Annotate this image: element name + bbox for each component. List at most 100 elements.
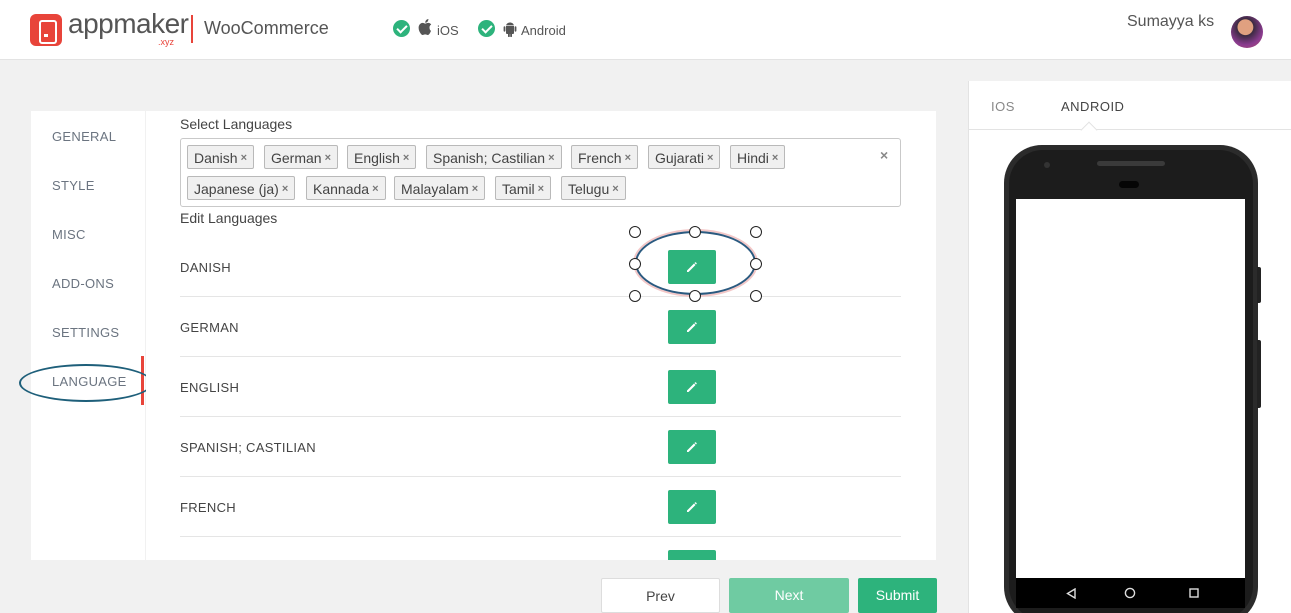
tag-remove-icon[interactable]: ×: [325, 152, 331, 164]
clear-all-icon[interactable]: ×: [880, 147, 888, 163]
table-row: DANISH: [180, 237, 901, 297]
sidebar-item-settings[interactable]: SETTINGS: [52, 325, 119, 340]
tag-label: Gujarati: [655, 150, 705, 166]
resize-handle[interactable]: [689, 290, 701, 302]
pencil-icon: [687, 502, 697, 512]
sidebar-item-misc[interactable]: MISC: [52, 227, 86, 242]
appmaker-logo-icon[interactable]: [30, 14, 62, 46]
language-highlight-annotation: [19, 364, 153, 402]
tag-remove-icon[interactable]: ×: [403, 152, 409, 164]
language-settings-panel: Select Languages Danish × German × English…: [146, 111, 936, 560]
edit-language-button[interactable]: [668, 550, 716, 560]
edit-language-button[interactable]: [668, 370, 716, 404]
tag-label: Malayalam: [401, 181, 469, 197]
pencil-icon: [687, 322, 697, 332]
tag-remove-icon[interactable]: ×: [548, 152, 554, 164]
edit-languages-label: Edit Languages: [180, 210, 278, 226]
resize-handle[interactable]: [629, 226, 641, 238]
back-icon[interactable]: [1066, 588, 1076, 599]
resize-handle[interactable]: [750, 226, 762, 238]
tag-label: Danish: [194, 150, 238, 166]
tag-remove-icon[interactable]: ×: [707, 152, 713, 164]
sidebar-item-style[interactable]: STYLE: [52, 178, 95, 193]
language-tag: German ×: [264, 145, 339, 169]
device-preview-panel: IOS ANDROID: [968, 81, 1291, 613]
language-tag: English ×: [347, 145, 417, 169]
tag-label: German: [271, 150, 322, 166]
language-multiselect[interactable]: Danish × German × English × Spanish; Castil…: [180, 138, 901, 207]
tag-label: French: [578, 150, 622, 166]
tag-remove-icon[interactable]: ×: [372, 183, 378, 195]
android-icon: [503, 21, 517, 41]
tag-label: Telugu: [568, 181, 610, 197]
phone-screen: [1016, 199, 1245, 578]
select-languages-label: Select Languages: [180, 116, 293, 132]
tag-label: Kannada: [313, 181, 370, 197]
brand-name: appmaker: [68, 8, 189, 39]
resize-handle[interactable]: [750, 258, 762, 270]
power-button: [1257, 340, 1261, 408]
tag-remove-icon[interactable]: ×: [625, 152, 631, 164]
apple-icon: [418, 19, 432, 39]
language-name: GERMAN: [180, 320, 239, 335]
home-icon[interactable]: [1124, 587, 1136, 599]
tab-ios[interactable]: IOS: [991, 99, 1015, 114]
language-name: FRENCH: [180, 500, 236, 515]
tag-remove-icon[interactable]: ×: [241, 152, 247, 164]
android-label: Android: [521, 23, 566, 38]
sidebar-item-general[interactable]: GENERAL: [52, 129, 116, 144]
language-tag: Telugu ×: [561, 176, 626, 200]
user-name[interactable]: Sumayya ks: [1127, 13, 1214, 31]
tag-label: Spanish; Castilian: [433, 150, 546, 166]
submit-button[interactable]: Submit: [858, 578, 937, 613]
edit-language-button[interactable]: [668, 310, 716, 344]
tag-remove-icon[interactable]: ×: [538, 183, 544, 195]
table-row: ENGLISH: [180, 357, 901, 417]
language-tag: Spanish; Castilian ×: [426, 145, 562, 169]
ios-label: iOS: [437, 23, 459, 38]
brand-suffix: .xyz: [158, 37, 175, 47]
edit-button-highlight-annotation: [635, 231, 756, 295]
next-button[interactable]: Next: [729, 578, 849, 613]
resize-handle[interactable]: [629, 258, 641, 270]
language-name: DANISH: [180, 260, 231, 275]
recents-icon[interactable]: [1189, 588, 1199, 598]
front-sensor: [1044, 162, 1050, 168]
tag-remove-icon[interactable]: ×: [472, 183, 478, 195]
prev-button[interactable]: Prev: [601, 578, 720, 613]
edit-language-button[interactable]: [668, 430, 716, 464]
edit-language-button[interactable]: [668, 490, 716, 524]
tag-remove-icon[interactable]: ×: [612, 183, 618, 195]
settings-sidebar: GENERAL STYLE MISC ADD-ONS SETTINGS LANG…: [31, 111, 145, 560]
tag-label: Tamil: [502, 181, 535, 197]
android-nav-bar: [1016, 578, 1245, 608]
volume-button: [1257, 267, 1261, 303]
avatar[interactable]: [1231, 16, 1263, 48]
android-phone-mockup: [1004, 145, 1258, 613]
phone-speaker: [1097, 161, 1165, 166]
table-row: GERMAN: [180, 297, 901, 357]
tag-remove-icon[interactable]: ×: [282, 183, 288, 195]
resize-handle[interactable]: [689, 226, 701, 238]
pencil-icon: [687, 382, 697, 392]
tab-android[interactable]: ANDROID: [1061, 99, 1124, 114]
language-tag: French ×: [571, 145, 639, 169]
pencil-icon: [687, 442, 697, 452]
language-tag: Danish ×: [187, 145, 255, 169]
platform-name: WooCommerce: [204, 18, 329, 38]
table-row: FRENCH: [180, 477, 901, 537]
language-name: SPANISH; CASTILIAN: [180, 440, 316, 455]
language-name: ENGLISH: [180, 380, 240, 395]
android-check-icon: [478, 20, 495, 37]
resize-handle[interactable]: [629, 290, 641, 302]
resize-handle[interactable]: [750, 290, 762, 302]
tag-remove-icon[interactable]: ×: [772, 152, 778, 164]
table-row: [180, 537, 901, 560]
language-tag: Kannada ×: [306, 176, 386, 200]
language-tag: Gujarati ×: [648, 145, 721, 169]
sidebar-item-add-ons[interactable]: ADD-ONS: [52, 276, 114, 291]
phone-camera: [1119, 181, 1139, 188]
top-header: appmaker .xyz WooCommerce iOS Android Su…: [0, 0, 1291, 60]
language-tag: Tamil ×: [495, 176, 552, 200]
tag-label: English: [354, 150, 400, 166]
